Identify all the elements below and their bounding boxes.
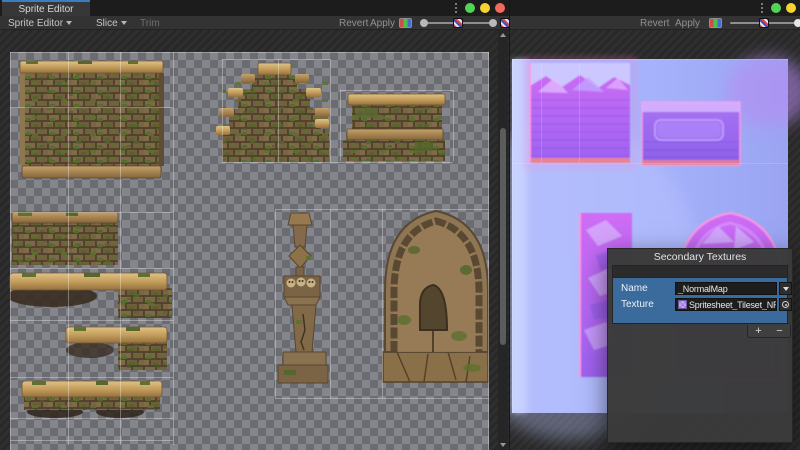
- sprite-platform-bottom[interactable]: [22, 381, 162, 418]
- revert-button[interactable]: Revert: [337, 16, 370, 30]
- rgb-alpha-swatch-icon[interactable]: [709, 18, 722, 28]
- sprite-platform-long[interactable]: [7, 273, 172, 318]
- left-sprite-editor-window: Sprite Editor Sprite Editor Slice Trim: [0, 0, 509, 450]
- sprite-altar-platform[interactable]: [343, 94, 445, 161]
- chevron-down-icon: [66, 21, 72, 25]
- sprite-stone-doorway[interactable]: [383, 211, 488, 382]
- chevron-down-icon: [783, 287, 789, 291]
- chevron-down-icon: [121, 21, 127, 25]
- secondary-textures-panel: Secondary Textures Name _NormalMap Textu…: [607, 248, 793, 443]
- sprite-stepped-wall[interactable]: [216, 63, 330, 162]
- window-control-red-icon[interactable]: [495, 3, 505, 13]
- list-header: [613, 266, 787, 278]
- texture-label: Texture: [621, 299, 654, 310]
- texture-thumbnail-icon: [678, 300, 687, 309]
- mip-slider-knob-icon[interactable]: [453, 18, 463, 28]
- normal-map-altar: [642, 102, 740, 165]
- window-control-green-icon[interactable]: [771, 3, 781, 13]
- window-control-yellow-icon[interactable]: [786, 3, 796, 13]
- panel-title: Secondary Textures: [608, 249, 792, 265]
- name-row: Name _NormalMap: [613, 282, 787, 295]
- scroll-up-icon[interactable]: [500, 33, 506, 37]
- window-menu-icon[interactable]: [761, 3, 763, 13]
- trim-button[interactable]: Trim: [138, 16, 162, 30]
- apply-button[interactable]: Apply: [673, 16, 702, 30]
- sprite-platform-short[interactable]: [66, 327, 167, 370]
- texture-row: Texture Spritesheet_Tileset_NRM: [613, 298, 787, 311]
- spritesheet-art: [0, 30, 509, 450]
- right-toolbar: Revert Apply: [510, 16, 800, 30]
- scroll-down-icon[interactable]: [500, 443, 506, 447]
- sprite-large-wall[interactable]: [20, 61, 164, 178]
- vertical-scrollbar[interactable]: [498, 30, 508, 450]
- slider-end-dot[interactable]: [489, 19, 497, 27]
- object-picker-icon: [782, 301, 789, 308]
- tab-label: Sprite Editor: [18, 4, 73, 15]
- left-toolbar: Sprite Editor Slice Trim Revert Apply: [0, 16, 509, 30]
- window-menu-icon[interactable]: [455, 3, 457, 13]
- tab-sprite-editor[interactable]: Sprite Editor: [2, 0, 90, 16]
- add-entry-button[interactable]: +: [748, 325, 769, 337]
- list-footer: + −: [747, 325, 791, 338]
- right-tab-bar: [510, 0, 800, 16]
- secondary-textures-list: Name _NormalMap Texture Spritesheet_Tile…: [612, 265, 788, 324]
- apply-button[interactable]: Apply: [368, 16, 397, 30]
- slider-end-dot[interactable]: [794, 19, 800, 27]
- scrollbar-thumb[interactable]: [500, 128, 506, 345]
- left-window-controls: [455, 0, 505, 16]
- texture-object-field[interactable]: Spritesheet_Tileset_NRM: [675, 298, 777, 311]
- right-window-controls: [761, 0, 800, 16]
- revert-button[interactable]: Revert: [638, 16, 671, 30]
- sprite-mid-wall[interactable]: [12, 212, 118, 265]
- spritesheet-canvas[interactable]: [0, 30, 509, 450]
- remove-entry-button[interactable]: −: [769, 325, 790, 337]
- rgb-alpha-swatch-icon[interactable]: [399, 18, 412, 28]
- object-picker-button[interactable]: [779, 298, 792, 311]
- name-dropdown-button[interactable]: [779, 282, 792, 295]
- mip-slider-knob-icon[interactable]: [759, 18, 769, 28]
- left-tab-bar: Sprite Editor: [0, 0, 509, 16]
- sprite-skull-column[interactable]: [278, 213, 328, 383]
- name-dropdown-field[interactable]: _NormalMap: [675, 282, 777, 295]
- window-control-green-icon[interactable]: [465, 3, 475, 13]
- name-label: Name: [621, 283, 648, 294]
- slice-dropdown[interactable]: Slice: [94, 16, 129, 30]
- sprite-editor-mode-dropdown[interactable]: Sprite Editor: [6, 16, 74, 30]
- window-control-yellow-icon[interactable]: [480, 3, 490, 13]
- slider-start-dot[interactable]: [420, 19, 428, 27]
- sprite-editor-screen: Sprite Editor Sprite Editor Slice Trim: [0, 0, 800, 450]
- selected-entry[interactable]: Name _NormalMap Texture Spritesheet_Tile…: [613, 278, 787, 323]
